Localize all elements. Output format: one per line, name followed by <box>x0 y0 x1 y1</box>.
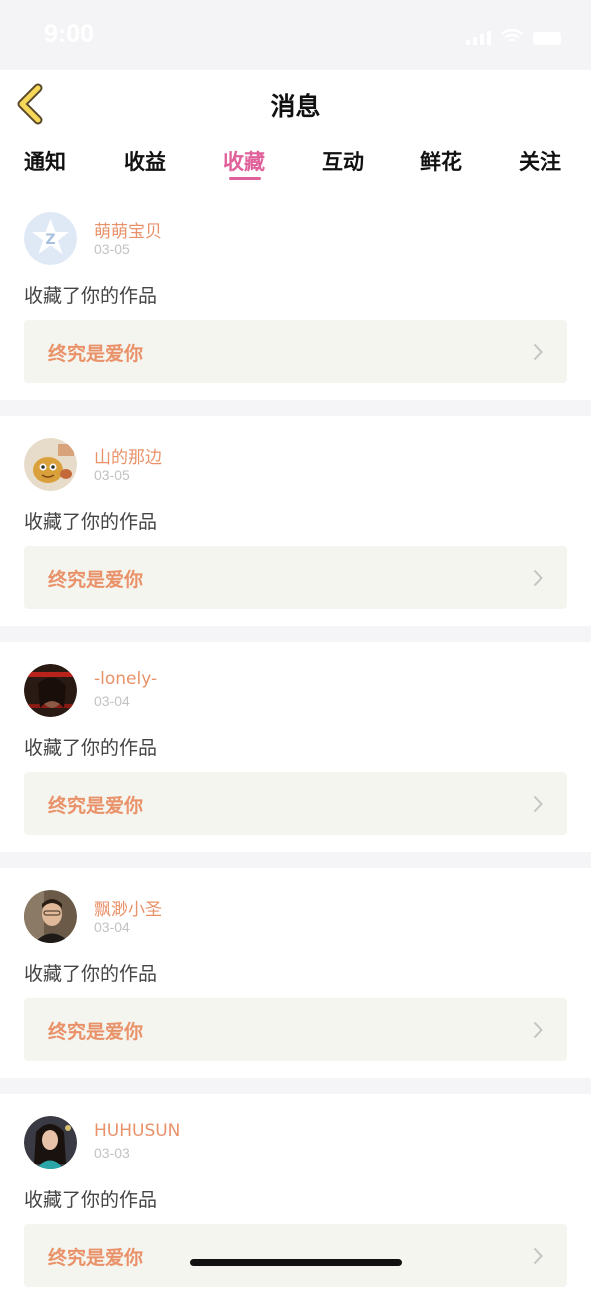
divider <box>0 1078 591 1094</box>
action-text: 收藏了你的作品 <box>24 963 158 985</box>
tab-follow[interactable]: 关注 <box>519 146 561 176</box>
status-icons <box>466 27 561 45</box>
work-title: 终究是爱你 <box>48 1247 144 1269</box>
tab-interaction[interactable]: 互动 <box>322 146 364 176</box>
username[interactable]: -lonely- <box>94 669 157 689</box>
tab-bar: 通知 收益 收藏 互动 鲜花 关注 <box>0 138 591 190</box>
work-title: 终究是爱你 <box>48 1021 144 1043</box>
tab-favorites[interactable]: 收藏 <box>223 146 265 176</box>
action-text: 收藏了你的作品 <box>24 285 158 307</box>
work-link[interactable]: 终究是爱你 <box>24 320 567 383</box>
work-title: 终究是爱你 <box>48 795 144 817</box>
username[interactable]: 山的那边 <box>94 443 162 468</box>
list-item: HUHUSUN 03-03 收藏了你的作品 终究是爱你 <box>0 1094 591 1304</box>
svg-text:Z: Z <box>45 232 55 248</box>
portrait-avatar-icon <box>24 664 77 717</box>
qq-avatar-icon: Z <box>24 212 77 265</box>
work-link[interactable]: 终究是爱你 <box>24 772 567 835</box>
chevron-right-icon <box>533 1247 543 1265</box>
list-item: Z 萌萌宝贝 03-05 收藏了你的作品 终究是爱你 <box>0 190 591 400</box>
work-link[interactable]: 终究是爱你 <box>24 998 567 1061</box>
action-text: 收藏了你的作品 <box>24 511 158 533</box>
active-tab-indicator <box>229 177 261 180</box>
battery-icon <box>533 32 561 45</box>
status-time: 9:00 <box>44 20 95 48</box>
work-link[interactable]: 终究是爱你 <box>24 1224 567 1287</box>
nav-bar: 消息 <box>0 70 591 139</box>
avatar[interactable]: Z <box>24 212 77 265</box>
portrait-avatar-icon <box>24 890 77 943</box>
cartoon-avatar-icon <box>24 438 77 491</box>
date: 03-05 <box>94 241 130 257</box>
work-title: 终究是爱你 <box>48 343 144 365</box>
divider <box>0 626 591 642</box>
chevron-right-icon <box>533 569 543 587</box>
username[interactable]: 飘渺小圣 <box>94 895 162 920</box>
status-bar: 9:00 <box>0 0 591 70</box>
tab-earnings[interactable]: 收益 <box>124 146 166 176</box>
avatar[interactable] <box>24 1116 77 1169</box>
date: 03-04 <box>94 693 130 709</box>
work-title: 终究是爱你 <box>48 569 144 591</box>
username[interactable]: HUHUSUN <box>94 1121 180 1141</box>
chevron-right-icon <box>533 795 543 813</box>
tab-flowers[interactable]: 鲜花 <box>420 146 462 176</box>
date: 03-05 <box>94 467 130 483</box>
avatar[interactable] <box>24 890 77 943</box>
page-title: 消息 <box>270 92 321 121</box>
list-item: 山的那边 03-05 收藏了你的作品 终究是爱你 <box>0 416 591 626</box>
action-text: 收藏了你的作品 <box>24 1189 158 1211</box>
avatar[interactable] <box>24 664 77 717</box>
home-indicator[interactable] <box>190 1259 402 1266</box>
date: 03-04 <box>94 919 130 935</box>
tab-notice[interactable]: 通知 <box>24 146 66 176</box>
action-text: 收藏了你的作品 <box>24 737 158 759</box>
divider <box>0 400 591 416</box>
portrait-avatar-icon <box>24 1116 77 1169</box>
username[interactable]: 萌萌宝贝 <box>94 217 162 242</box>
list-item: 飘渺小圣 03-04 收藏了你的作品 终究是爱你 <box>0 868 591 1078</box>
work-link[interactable]: 终究是爱你 <box>24 546 567 609</box>
favorites-list: Z 萌萌宝贝 03-05 收藏了你的作品 终究是爱你 山的那边 03-05 收藏… <box>0 190 591 1304</box>
chevron-right-icon <box>533 1021 543 1039</box>
divider <box>0 852 591 868</box>
avatar[interactable] <box>24 438 77 491</box>
chevron-right-icon <box>533 343 543 361</box>
signal-icon <box>466 31 491 45</box>
wifi-icon <box>501 29 523 43</box>
list-item: -lonely- 03-04 收藏了你的作品 终究是爱你 <box>0 642 591 852</box>
date: 03-03 <box>94 1145 130 1161</box>
